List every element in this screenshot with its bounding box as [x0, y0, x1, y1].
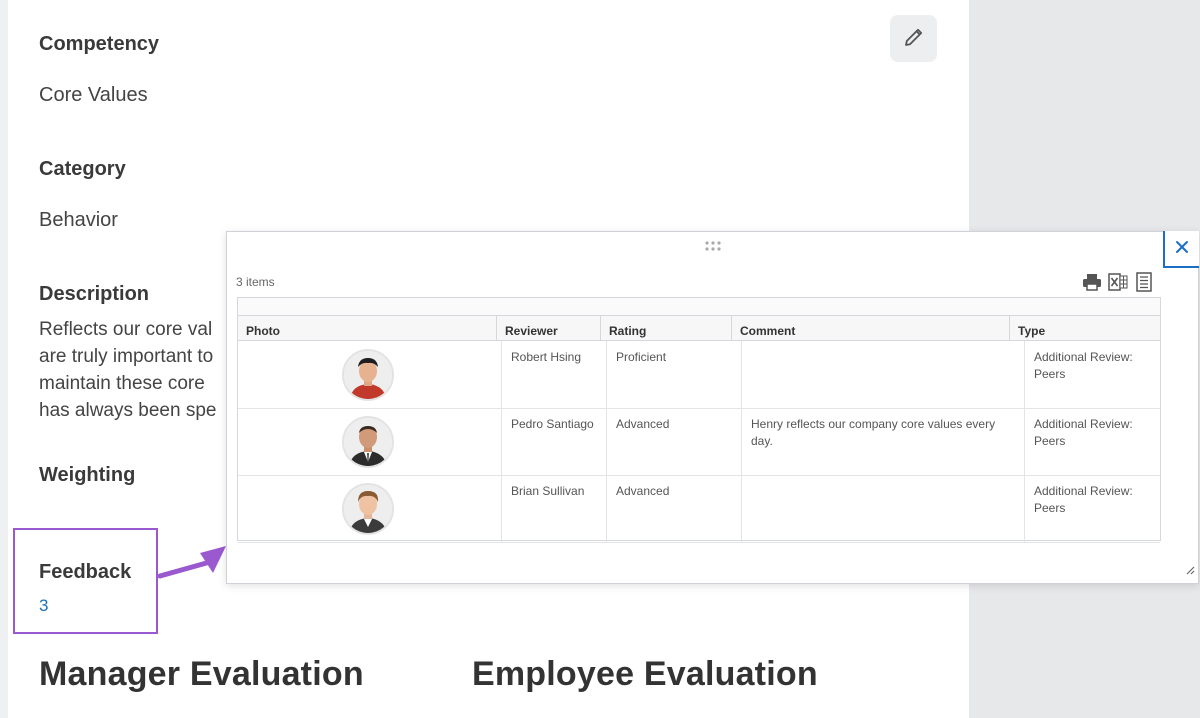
feedback-count-link[interactable]: 3: [39, 596, 48, 616]
column-header-photo[interactable]: Photo: [238, 316, 497, 340]
description-text: Reflects our core val are truly importan…: [39, 316, 229, 424]
description-line: has always been spe: [39, 400, 217, 421]
reviewer-cell: Pedro Santiago: [502, 408, 607, 475]
comment-cell: [742, 341, 1025, 408]
description-line: are truly important to: [39, 346, 214, 367]
column-settings-icon[interactable]: [1134, 272, 1154, 292]
grid-topbar: [238, 298, 1160, 316]
feedback-label: Feedback: [39, 561, 132, 583]
reviewer-avatar[interactable]: [342, 483, 394, 535]
employee-evaluation-heading: Employee Evaluation: [472, 655, 818, 693]
manager-evaluation-heading: Manager Evaluation: [39, 655, 364, 693]
left-gutter: [0, 0, 8, 718]
description-label: Description: [39, 283, 150, 305]
weighting-label: Weighting: [39, 464, 136, 486]
column-header-comment[interactable]: Comment: [732, 316, 1010, 340]
grid-toolbar: [1082, 272, 1154, 292]
table-row: Robert Hsing Proficient Additional Revie…: [238, 341, 1160, 409]
print-icon[interactable]: [1082, 272, 1102, 292]
table-row: Pedro Santiago Advanced Henry reflects o…: [238, 408, 1160, 476]
drag-handle-icon[interactable]: [704, 239, 722, 257]
grid-header-row: Photo Reviewer Rating Comment Type: [238, 316, 1160, 341]
callout-arrow: [158, 546, 226, 579]
category-value: Behavior: [39, 209, 118, 231]
pencil-icon: [902, 25, 926, 52]
rating-cell: Advanced: [607, 475, 742, 542]
competency-value: Core Values: [39, 84, 148, 106]
column-header-rating[interactable]: Rating: [601, 316, 732, 340]
type-cell: Additional Review: Peers: [1034, 350, 1133, 381]
items-count: 3 items: [236, 275, 275, 289]
reviewer-cell: Robert Hsing: [502, 341, 607, 408]
table-row: Brian Sullivan Advanced Additional Revie…: [238, 475, 1160, 543]
description-line: Reflects our core val: [39, 319, 213, 340]
close-popup-button[interactable]: [1163, 231, 1199, 268]
reviewer-cell: Brian Sullivan: [502, 475, 607, 542]
close-icon: [1175, 240, 1189, 257]
description-line: maintain these core: [39, 373, 205, 394]
export-excel-icon[interactable]: [1108, 272, 1128, 292]
photo-cell: [238, 475, 502, 542]
competency-label: Competency: [39, 33, 160, 55]
photo-cell: [238, 408, 502, 475]
column-header-type[interactable]: Type: [1010, 316, 1160, 340]
reviewer-avatar[interactable]: [342, 349, 394, 401]
type-cell: Additional Review: Peers: [1034, 484, 1133, 515]
photo-cell: [238, 341, 502, 408]
rating-cell: Advanced: [607, 408, 742, 475]
category-label: Category: [39, 158, 126, 180]
rating-cell: Proficient: [607, 341, 742, 408]
feedback-grid: Photo Reviewer Rating Comment Type Rober…: [237, 297, 1161, 543]
type-cell: Additional Review: Peers: [1034, 417, 1133, 448]
feedback-popup: 3 items Photo Reviewer Rating Comment Ty…: [226, 231, 1199, 584]
edit-button[interactable]: [890, 15, 937, 62]
reviewer-avatar[interactable]: [342, 416, 394, 468]
comment-cell: Henry reflects our company core values e…: [742, 408, 1025, 475]
comment-cell: [742, 475, 1025, 542]
resize-grip-icon[interactable]: [1183, 562, 1195, 580]
column-header-reviewer[interactable]: Reviewer: [497, 316, 601, 340]
